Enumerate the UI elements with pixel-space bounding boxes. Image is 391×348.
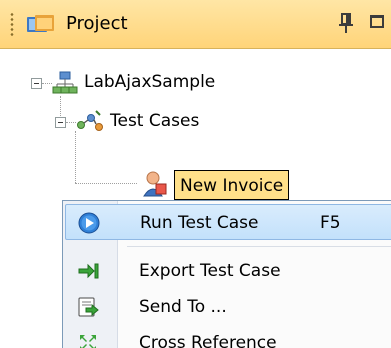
tree-selected-item[interactable]: New Invoice	[174, 170, 290, 200]
panel-title: Project	[66, 13, 128, 34]
tree-folder-label[interactable]: Test Cases	[110, 111, 199, 131]
menu-item-label: Run Test Case	[140, 213, 259, 233]
menu-item-shortcut: F5	[320, 213, 341, 233]
tree-connector	[42, 83, 52, 84]
menu-separator	[127, 246, 391, 247]
project-folder-icon	[27, 15, 54, 32]
project-network-icon	[52, 71, 78, 94]
menu-item-cross-reference[interactable]: Cross Reference	[65, 325, 391, 348]
cross-reference-icon	[80, 335, 96, 348]
test-cases-icon	[77, 110, 103, 131]
export-arrow-icon	[78, 263, 99, 279]
menu-item-label: Export Test Case	[139, 261, 281, 281]
root-expander[interactable]	[31, 78, 42, 89]
tree-connector	[66, 122, 76, 123]
tree-root-label[interactable]: LabAjaxSample	[84, 72, 215, 92]
menu-item-export-test-case[interactable]: Export Test Case	[65, 253, 391, 289]
test-case-user-icon	[143, 171, 167, 197]
menu-item-label: Cross Reference	[139, 333, 277, 348]
tree-connector	[75, 183, 137, 184]
pin-icon[interactable]	[338, 12, 354, 34]
project-panel: Project LabAjaxSample Test Cases New Inv…	[0, 0, 391, 348]
send-to-icon	[78, 297, 99, 317]
run-play-icon	[78, 212, 100, 234]
menu-item-label: Send To ...	[139, 297, 227, 317]
drag-grip-icon[interactable]	[10, 12, 14, 36]
menu-item-send-to[interactable]: Send To ...	[65, 289, 391, 325]
test-cases-expander[interactable]	[55, 117, 66, 128]
menu-item-run-test-case[interactable]: Run Test Case F5	[65, 204, 391, 240]
maximize-icon[interactable]	[370, 15, 384, 28]
context-menu: Run Test Case F5 Export Test Case Send T…	[62, 200, 391, 348]
tree-connector	[75, 131, 76, 183]
project-panel-titlebar[interactable]: Project	[0, 0, 391, 49]
